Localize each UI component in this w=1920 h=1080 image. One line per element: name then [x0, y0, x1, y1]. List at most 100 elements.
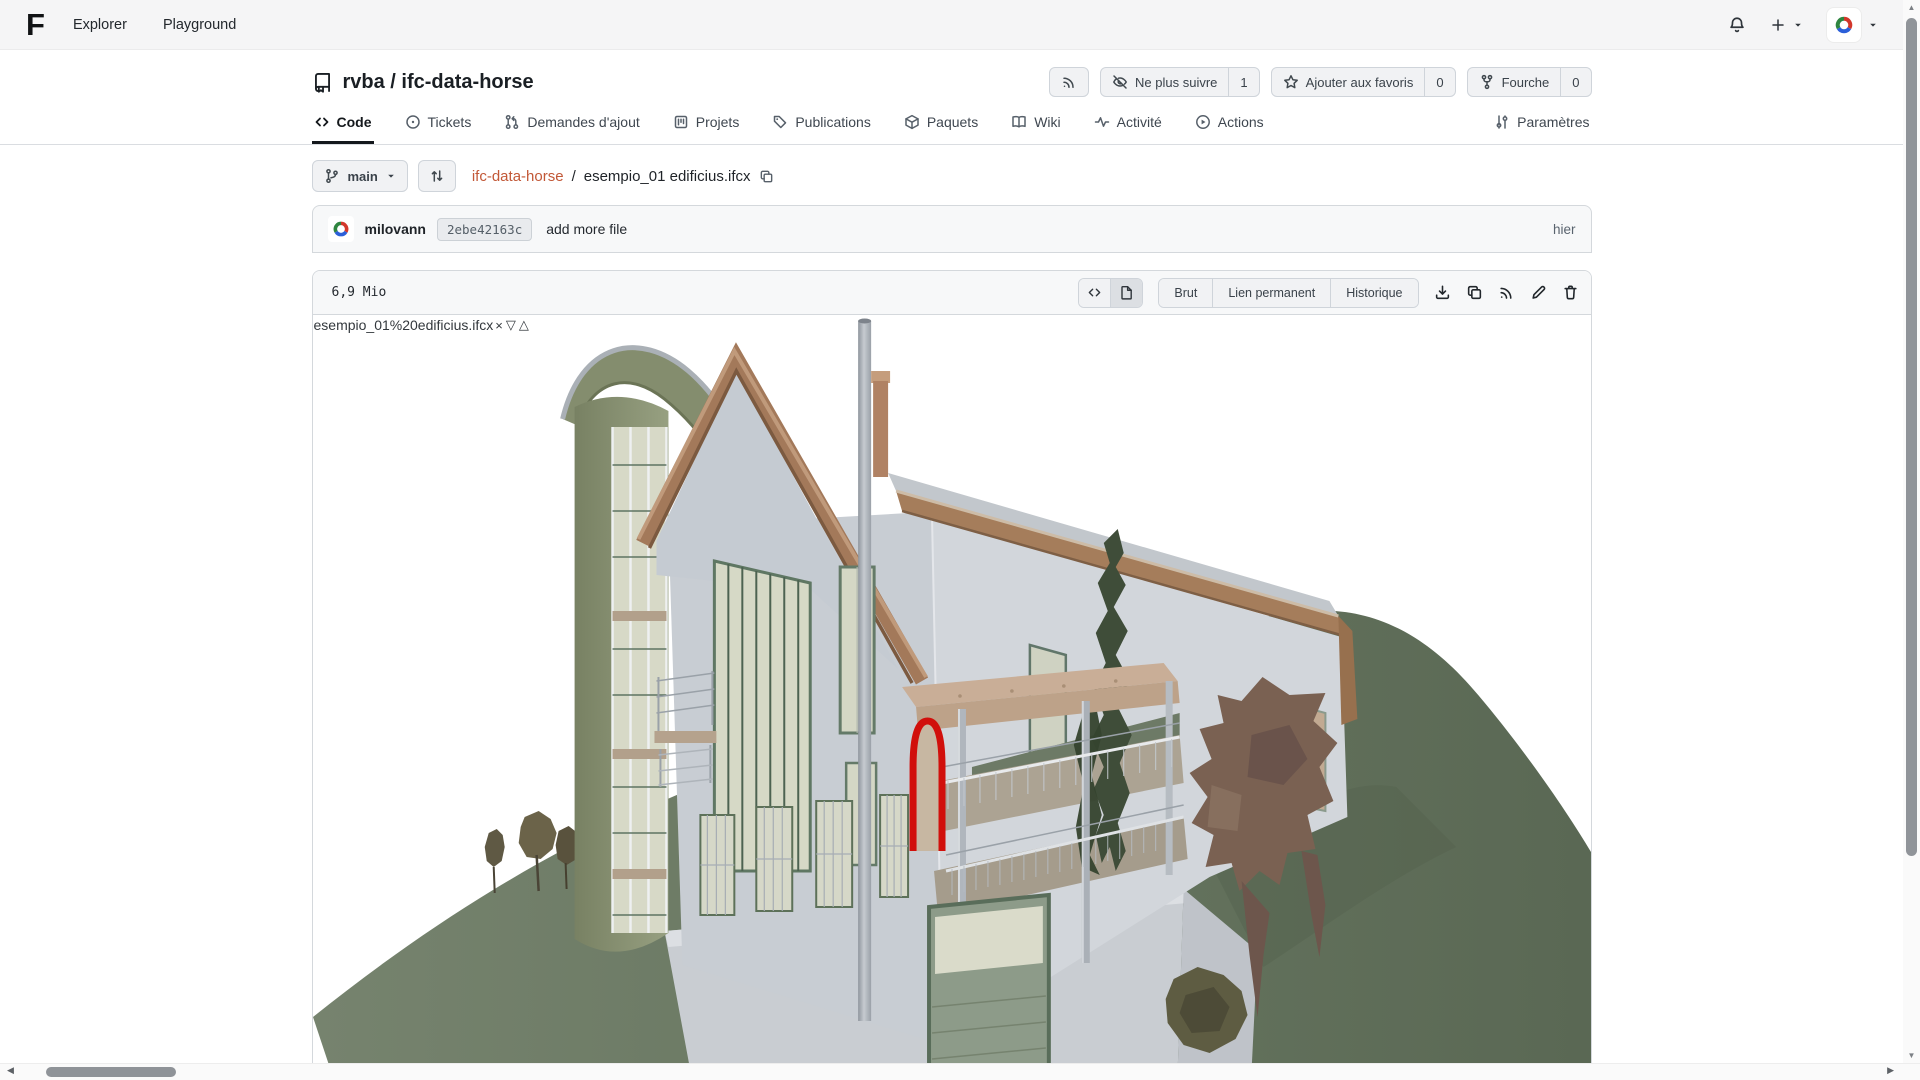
pulse-icon	[1094, 114, 1110, 130]
fork-icon	[1479, 74, 1495, 90]
viewer-filename: esempio_01%20edificius.ifcx	[314, 317, 494, 333]
notifications-bell-icon[interactable]	[1728, 16, 1746, 34]
repo-actions: Ne plus suivre 1 Ajouter aux favoris 0 F…	[1049, 67, 1591, 97]
vertical-scrollbar-thumb[interactable]	[1906, 18, 1917, 856]
ifc-3d-viewport[interactable]: esempio_01%20edificius.ifcx × ▽ △	[313, 315, 1591, 1071]
viewer-close-control[interactable]: ×	[494, 318, 504, 333]
tab-projects[interactable]: Projets	[671, 108, 742, 144]
viewer-overlay: esempio_01%20edificius.ifcx × ▽ △	[314, 317, 530, 333]
breadcrumb-separator: /	[572, 168, 576, 185]
repository-icon	[312, 72, 333, 93]
tab-projects-label: Projets	[696, 114, 740, 130]
tab-actions-label: Actions	[1218, 114, 1264, 130]
copy-path-icon[interactable]	[759, 169, 774, 184]
red-arch-door	[913, 721, 942, 851]
edit-button[interactable]	[1530, 284, 1547, 301]
branch-name: main	[348, 169, 378, 184]
commit-author-name[interactable]: milovann	[365, 221, 426, 237]
create-new-button[interactable]	[1770, 17, 1803, 33]
package-icon	[904, 114, 920, 130]
fork-button[interactable]: Fourche 0	[1467, 67, 1592, 97]
unwatch-button[interactable]: Ne plus suivre 1	[1100, 67, 1260, 97]
horizontal-scrollbar-thumb[interactable]	[46, 1067, 176, 1077]
feed-button[interactable]	[1498, 284, 1515, 301]
star-label: Ajouter aux favoris	[1306, 75, 1414, 90]
latest-commit-bar: milovann 2ebe42163c add more file hier	[312, 205, 1592, 253]
viewer-expand-control[interactable]: △	[518, 317, 530, 333]
scroll-right-arrow[interactable]: ▶	[1887, 1065, 1894, 1076]
download-button[interactable]	[1434, 284, 1451, 301]
repo-header: rvba / ifc-data-horse Ne plus suivre 1	[312, 50, 1592, 108]
tab-pulls-label: Demandes d'ajout	[527, 114, 639, 130]
repo-title-text[interactable]: rvba / ifc-data-horse	[343, 71, 534, 94]
vertical-scrollbar[interactable]: ▲ ▼	[1903, 0, 1920, 1063]
source-view-toggle[interactable]	[1079, 279, 1110, 307]
garage-door	[929, 895, 1049, 1071]
tab-wiki[interactable]: Wiki	[1009, 108, 1062, 144]
tab-pull-requests[interactable]: Demandes d'ajout	[502, 108, 641, 144]
eye-off-icon	[1112, 74, 1128, 90]
tab-releases[interactable]: Publications	[770, 108, 873, 144]
tab-activity[interactable]: Activité	[1092, 108, 1164, 144]
rss-icon	[1498, 284, 1515, 301]
rendered-view-toggle[interactable]	[1110, 279, 1142, 307]
chevron-down-icon	[386, 171, 396, 181]
horizontal-scrollbar[interactable]: ◀ ▶	[0, 1063, 1920, 1080]
history-button[interactable]: Historique	[1330, 279, 1417, 307]
delete-button[interactable]	[1562, 284, 1579, 301]
commit-hash-link[interactable]: 2ebe42163c	[437, 218, 532, 241]
permalink-button[interactable]: Lien permanent	[1212, 279, 1330, 307]
page: rvba / ifc-data-horse Ne plus suivre 1	[0, 50, 1903, 1080]
breadcrumb-filename: esempio_01 edificius.ifcx	[584, 168, 751, 185]
tab-settings[interactable]: Paramètres	[1492, 108, 1591, 144]
star-button[interactable]: Ajouter aux favoris 0	[1271, 67, 1456, 97]
tab-code[interactable]: Code	[312, 108, 374, 144]
view-mode-toggle	[1078, 278, 1143, 308]
file-link-buttons: Brut Lien permanent Historique	[1158, 278, 1418, 308]
file-actions: Brut Lien permanent Historique	[1078, 278, 1578, 308]
nav-link-explore[interactable]: Explorer	[73, 17, 127, 33]
tab-issues[interactable]: Tickets	[403, 108, 474, 144]
settings-icon	[1494, 114, 1510, 130]
compare-arrows-icon	[429, 168, 445, 184]
fork-count[interactable]: 0	[1560, 68, 1590, 96]
forgejo-logo[interactable]: F	[26, 9, 43, 40]
file-toolbar: 6,9 Mio Brut Lien permanent Historique	[313, 271, 1591, 315]
tab-wiki-label: Wiki	[1034, 114, 1060, 130]
code-icon	[1087, 285, 1102, 300]
watch-count[interactable]: 1	[1228, 68, 1258, 96]
tab-packages-label: Paquets	[927, 114, 978, 130]
file-view-box: 6,9 Mio Brut Lien permanent Historique	[312, 270, 1592, 1074]
file-size: 6,9 Mio	[332, 285, 387, 300]
issue-icon	[405, 114, 421, 130]
scroll-down-arrow[interactable]: ▼	[1903, 1051, 1920, 1060]
unwatch-label: Ne plus suivre	[1135, 75, 1217, 90]
nav-link-playground[interactable]: Playground	[163, 17, 236, 33]
navbar-right	[1728, 8, 1900, 42]
plus-icon	[1770, 17, 1786, 33]
star-icon	[1283, 74, 1299, 90]
commit-message[interactable]: add more file	[546, 221, 627, 237]
copy-content-button[interactable]	[1466, 284, 1483, 301]
code-icon	[314, 114, 330, 130]
3d-model-render	[313, 315, 1591, 1071]
tab-issues-label: Tickets	[428, 114, 472, 130]
scroll-up-arrow[interactable]: ▲	[1903, 3, 1920, 12]
star-count[interactable]: 0	[1424, 68, 1454, 96]
breadcrumb-repo-link[interactable]: ifc-data-horse	[472, 168, 564, 185]
viewer-collapse-control[interactable]: ▽	[505, 317, 517, 333]
trash-icon	[1562, 284, 1579, 301]
scroll-left-arrow[interactable]: ◀	[7, 1065, 14, 1076]
top-navbar: F Explorer Playground	[0, 0, 1920, 50]
copy-icon	[1466, 284, 1483, 301]
tab-actions[interactable]: Actions	[1193, 108, 1266, 144]
tab-packages[interactable]: Paquets	[902, 108, 980, 144]
rss-feed-button[interactable]	[1049, 67, 1089, 97]
user-menu[interactable]	[1827, 8, 1878, 42]
compare-button[interactable]	[418, 160, 456, 192]
repo-tabs-bar: Code Tickets Demandes d'ajout Projets Pu…	[0, 108, 1903, 145]
raw-button[interactable]: Brut	[1159, 279, 1212, 307]
branch-selector[interactable]: main	[312, 160, 408, 192]
commit-author-avatar[interactable]	[328, 216, 354, 242]
pull-request-icon	[504, 114, 520, 130]
